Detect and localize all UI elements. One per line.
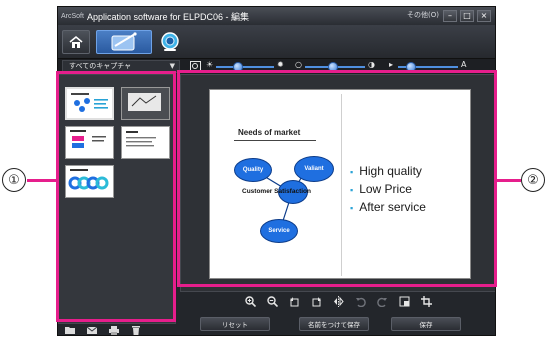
save-button[interactable]: 保存: [391, 317, 461, 331]
capture-icon: [111, 32, 137, 51]
camera-button[interactable]: [156, 30, 184, 54]
reset-button[interactable]: リセット: [200, 317, 270, 331]
zoom-out-icon[interactable]: [267, 295, 279, 307]
options-menu[interactable]: その他(O): [407, 10, 439, 20]
trash-icon[interactable]: [130, 325, 142, 335]
main-toolbar: [58, 25, 495, 59]
minimize-button[interactable]: –: [443, 10, 457, 22]
action-bar: リセット 名前をつけて保存 保存: [180, 316, 495, 334]
screenshot-stage: ① ② ArcSoft Application software for ELP…: [0, 0, 549, 339]
callout-2-line: [496, 179, 521, 182]
capture-filter-value: すべてのキャプチャ: [69, 62, 132, 70]
sharpness-high-icon: A: [461, 60, 467, 69]
contrast-low-icon: ○: [295, 60, 302, 69]
edit-toolbar: [180, 293, 495, 309]
rotate-left-icon[interactable]: [289, 295, 301, 307]
close-button[interactable]: ×: [477, 10, 491, 22]
crop-icon[interactable]: [421, 295, 433, 307]
save-as-button[interactable]: 名前をつけて保存: [299, 317, 369, 331]
thumbnail-actions: [58, 325, 176, 335]
contrast-high-icon: ◑: [368, 60, 375, 69]
redo-icon[interactable]: [377, 295, 389, 307]
print-icon[interactable]: [108, 325, 120, 335]
callout-2: ②: [521, 168, 545, 192]
mail-icon[interactable]: [86, 325, 98, 335]
brightness-low-icon: ☀: [206, 60, 214, 69]
capture-button[interactable]: [96, 30, 152, 54]
undo-icon[interactable]: [355, 295, 367, 307]
home-icon: [69, 35, 83, 48]
brightness-high-icon: ✹: [277, 60, 284, 69]
title-bar: ArcSoft Application software for ELPDC06…: [58, 7, 495, 25]
folder-icon[interactable]: [64, 325, 76, 335]
window-title: Application software for ELPDC06 - 編集: [86, 11, 250, 22]
flip-horizontal-icon[interactable]: [333, 295, 345, 307]
highlight-preview-area: [177, 70, 497, 287]
maximize-button[interactable]: □: [460, 10, 474, 22]
sharpness-low-icon: ▸: [389, 60, 394, 69]
home-button[interactable]: [62, 30, 90, 54]
callout-1: ①: [2, 168, 26, 192]
highlight-thumbnail-panel: [56, 71, 176, 322]
camera-icon: [161, 32, 179, 51]
brand-label: ArcSoft: [61, 12, 84, 20]
rotate-right-icon[interactable]: [311, 295, 323, 307]
brightness-track: [216, 66, 274, 68]
fit-page-icon[interactable]: [399, 295, 411, 307]
zoom-in-icon[interactable]: [245, 295, 257, 307]
